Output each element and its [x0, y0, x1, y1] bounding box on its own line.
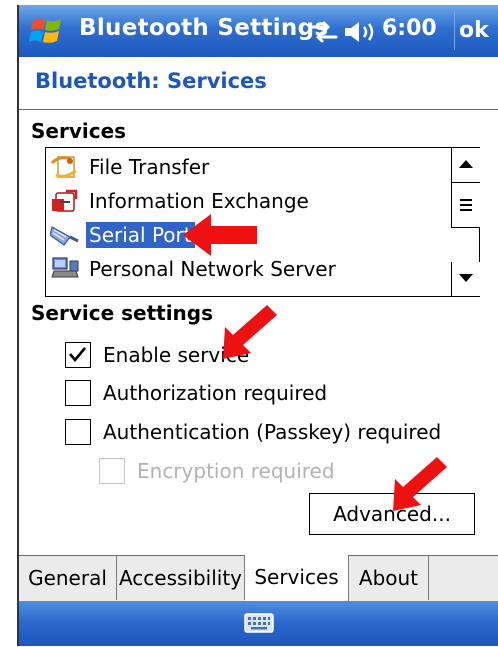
windows-start-icon[interactable]	[29, 13, 65, 49]
connectivity-sync-icon[interactable]	[308, 20, 338, 44]
authorization-required-checkbox[interactable]	[65, 380, 91, 406]
tab-accessibility[interactable]: Accessibility	[117, 556, 245, 600]
scroll-thumb[interactable]	[451, 182, 480, 228]
window-title: Bluetooth Settings	[79, 15, 329, 41]
scroll-down-button[interactable]	[451, 262, 480, 296]
services-section-label: Services	[31, 119, 127, 143]
list-item-personal-network-server[interactable]: Personal Network Server	[46, 252, 446, 286]
file-transfer-icon	[50, 156, 77, 178]
list-item-information-exchange[interactable]: Information Exchange	[46, 184, 446, 218]
list-item-label: File Transfer	[89, 155, 210, 179]
speaker-icon[interactable]	[342, 19, 378, 45]
tab-services[interactable]: Services	[245, 555, 349, 601]
scroll-up-arrow-icon	[459, 160, 473, 168]
page-title: Bluetooth: Services	[35, 69, 267, 93]
title-bar: Bluetooth Settings 6:00 ok	[19, 5, 498, 57]
encryption-required-label: Encryption required	[137, 459, 335, 483]
list-item-file-transfer[interactable]: File Transfer	[46, 150, 446, 184]
tab-general[interactable]: General	[19, 556, 117, 600]
list-item-serial-port[interactable]: Serial Port	[46, 218, 446, 252]
enable-service-checkbox[interactable]	[65, 342, 91, 368]
services-scrollbar[interactable]	[451, 147, 480, 297]
device-screen: Bluetooth Settings 6:00 ok Bluetooth: Se…	[17, 5, 498, 646]
advanced-button[interactable]: Advanced...	[309, 493, 475, 535]
heading-divider	[19, 109, 498, 110]
ok-button[interactable]: ok	[454, 12, 498, 50]
list-item-label: Information Exchange	[89, 189, 309, 213]
encryption-required-checkbox	[99, 458, 125, 484]
checkmark-icon	[69, 347, 86, 363]
clock[interactable]: 6:00	[382, 16, 437, 41]
list-item-label: Serial Port	[86, 222, 195, 248]
enable-service-label: Enable service	[103, 343, 250, 367]
tab-bar: General Accessibility Services About	[19, 555, 498, 602]
scroll-up-button[interactable]	[451, 148, 480, 182]
keyboard-icon[interactable]	[243, 611, 275, 635]
service-settings-section-label: Service settings	[31, 301, 214, 325]
authentication-required-label: Authentication (Passkey) required	[103, 420, 442, 444]
authentication-required-checkbox[interactable]	[65, 419, 91, 445]
list-item-label: Personal Network Server	[89, 257, 336, 281]
grip-icon	[460, 199, 472, 211]
services-list[interactable]: File Transfer Information Exchange Seria…	[45, 147, 453, 297]
menu-bar	[19, 601, 498, 646]
tab-about[interactable]: About	[349, 556, 429, 600]
information-exchange-icon	[52, 189, 78, 212]
authorization-required-label: Authorization required	[103, 381, 328, 405]
serial-port-icon	[50, 226, 79, 246]
scroll-down-arrow-icon	[459, 274, 473, 282]
personal-network-server-icon	[51, 257, 79, 278]
